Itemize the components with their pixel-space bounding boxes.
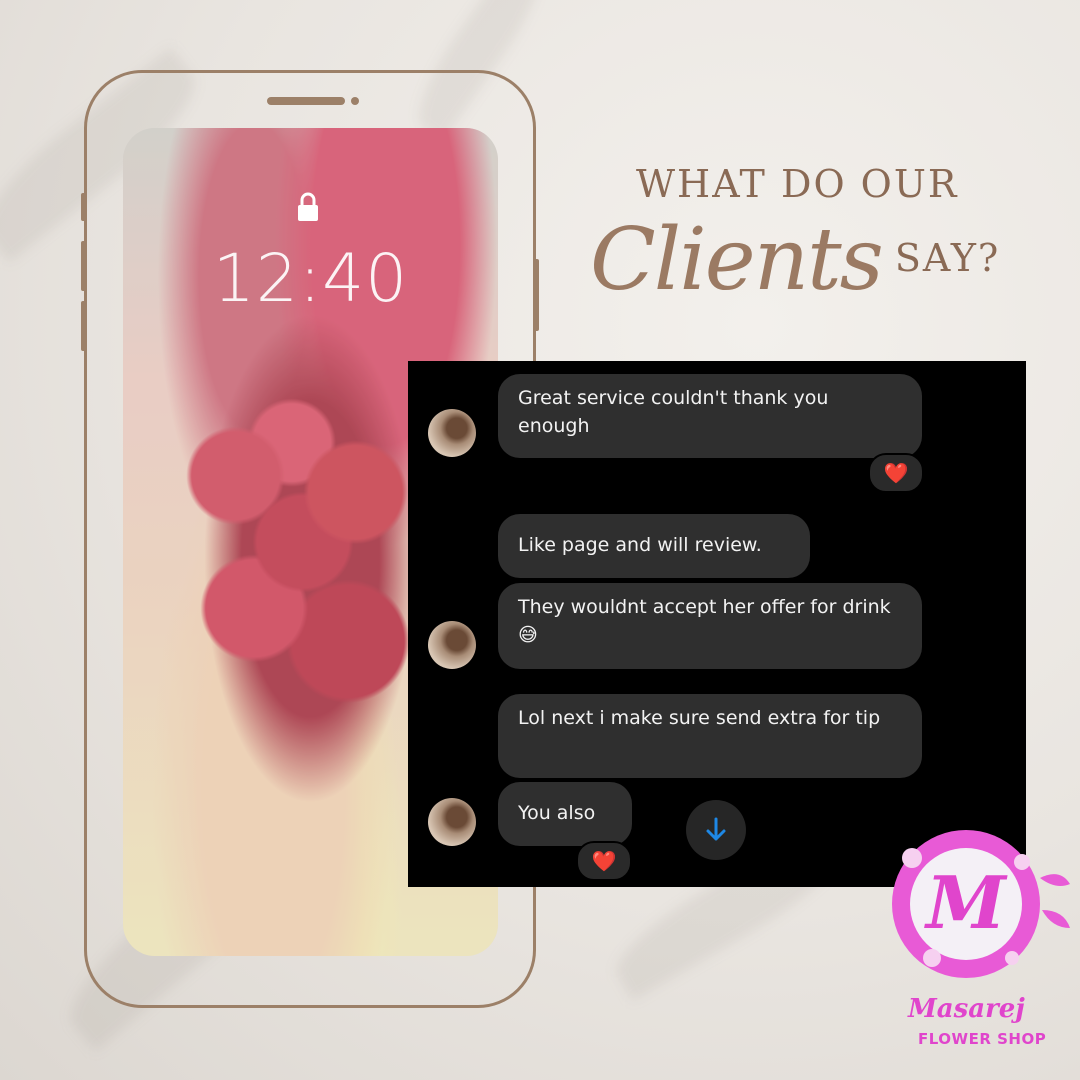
message-bubble: Lol next i make sure send extra for tip — [498, 694, 922, 778]
message-text: Like page and will review. — [518, 534, 762, 556]
lockscreen-time: 12:40 — [212, 240, 409, 317]
message-bubble: Like page and will review. — [498, 514, 810, 578]
phone-side-button — [81, 241, 86, 291]
logo-emblem: M — [892, 830, 1070, 978]
logo-tagline: FLOWER SHOP — [918, 1030, 1047, 1048]
chat-panel: Great service couldn't thank you enough … — [408, 361, 1026, 887]
arrow-down-icon — [706, 817, 726, 841]
phone-speaker — [267, 97, 345, 105]
avatar — [428, 621, 476, 669]
message-text: You also — [518, 802, 596, 824]
heading-say: SAY? — [894, 236, 1001, 280]
avatar — [428, 798, 476, 846]
reaction-heart[interactable]: ❤️ — [576, 841, 632, 881]
message-bubble: Great service couldn't thank you enough — [498, 374, 922, 458]
phone-side-button — [81, 193, 86, 221]
phone-side-button — [81, 301, 86, 351]
phone-camera — [351, 97, 359, 105]
message-text: Great service couldn't thank you enough — [518, 387, 829, 437]
brand-logo: M Masarej FLOWER SHOP — [872, 818, 1080, 1080]
reaction-heart[interactable]: ❤️ — [868, 453, 924, 493]
scroll-to-bottom-button[interactable] — [686, 800, 746, 860]
logo-monogram: M — [923, 860, 1008, 945]
message-bubble: They wouldnt accept her offer for drink … — [498, 583, 922, 669]
heading-line1: WHAT DO OUR — [636, 162, 959, 206]
message-text: Lol next i make sure send extra for tip — [518, 707, 881, 729]
avatar — [428, 409, 476, 457]
lock-icon — [298, 192, 318, 221]
logo-name: Masarej — [908, 994, 1025, 1024]
heading-script-word: Clients — [590, 210, 884, 310]
phone-side-button — [534, 259, 539, 331]
message-text: They wouldnt accept her offer for drink … — [518, 596, 891, 646]
message-bubble: You also — [498, 782, 632, 846]
heading-line2: Clients SAY? — [590, 210, 1070, 310]
